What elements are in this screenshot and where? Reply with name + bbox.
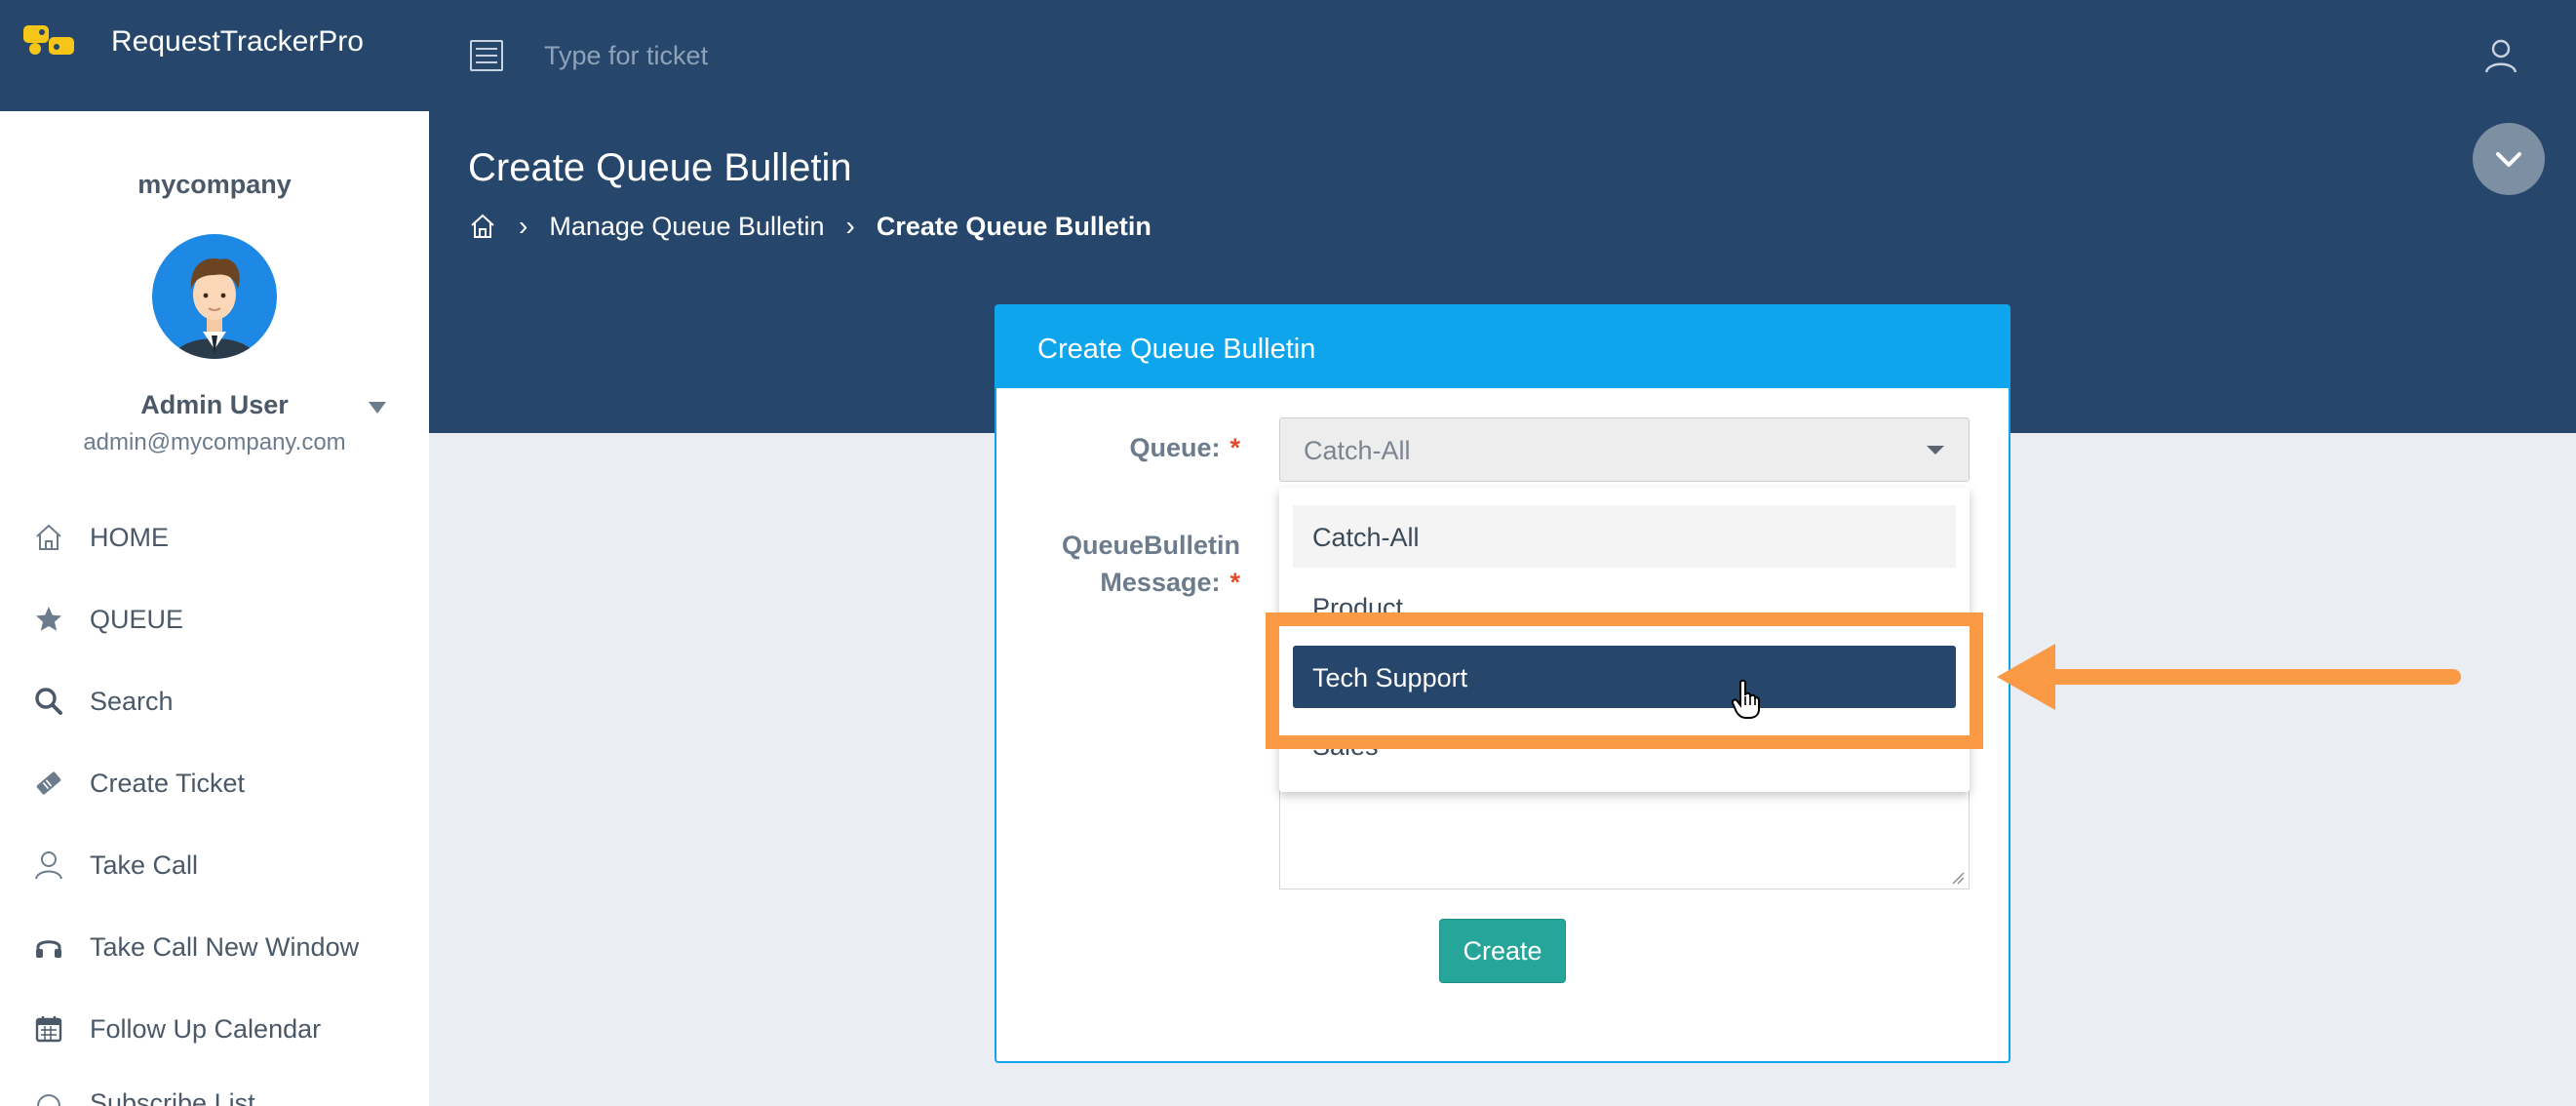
- sidebar-item-label: QUEUE: [90, 604, 184, 634]
- avatar[interactable]: [152, 234, 277, 359]
- dropdown-option-catch-all[interactable]: Catch-All: [1293, 505, 1956, 568]
- dropdown-option-tech-support[interactable]: Tech Support: [1293, 646, 1956, 708]
- sidebar-item-label: Take Call New Window: [90, 931, 360, 962]
- page-title: Create Queue Bulletin: [468, 146, 852, 189]
- brand-logo-icon[interactable]: [21, 23, 78, 59]
- caret-down-icon[interactable]: [1927, 446, 1944, 454]
- calendar-icon: [31, 1011, 66, 1047]
- create-button[interactable]: Create: [1439, 919, 1566, 983]
- sidebar-item-label: Search: [90, 686, 174, 716]
- message-label-line2: Message:: [1100, 568, 1221, 597]
- chevron-right-icon: ›: [519, 211, 528, 241]
- sidebar-item-queue[interactable]: QUEUE: [31, 595, 183, 644]
- sidebar-item-subscribe-list[interactable]: Subscribe List: [31, 1083, 255, 1106]
- queue-select[interactable]: Catch-All: [1279, 417, 1970, 482]
- sidebar-item-take-call-new-window[interactable]: Take Call New Window: [31, 923, 359, 971]
- chevron-down-icon: [2496, 152, 2521, 167]
- queue-label: Queue: *: [1073, 433, 1240, 463]
- breadcrumb: › Manage Queue Bulletin › Create Queue B…: [468, 211, 1151, 242]
- sidebar-item-label: Create Ticket: [90, 768, 246, 798]
- star-icon: [31, 602, 66, 637]
- queue-label-text: Queue:: [1129, 433, 1221, 462]
- chevron-right-icon: ›: [845, 211, 855, 241]
- ticket-search-input[interactable]: [544, 33, 1129, 78]
- brand-name[interactable]: RequestTrackerPro: [111, 25, 364, 59]
- search-icon: [31, 684, 66, 719]
- user-email: admin@mycompany.com: [83, 429, 346, 455]
- user-name[interactable]: Admin User: [0, 390, 429, 420]
- sidebar-item-home[interactable]: HOME: [31, 513, 169, 562]
- message-label-line1: QueueBulletin: [1061, 531, 1240, 560]
- list-icon: [31, 1088, 66, 1106]
- menu-toggle-icon[interactable]: [470, 40, 503, 71]
- sidebar-item-label: Follow Up Calendar: [90, 1013, 322, 1044]
- home-icon: [31, 520, 66, 555]
- headset-icon: [31, 929, 66, 965]
- sidebar: mycompany Admin User admin@mycompany.com…: [0, 111, 429, 1106]
- sidebar-item-search[interactable]: Search: [31, 677, 174, 726]
- sidebar-item-label: Subscribe List: [90, 1088, 255, 1106]
- card-title: Create Queue Bulletin: [996, 306, 2009, 388]
- user-profile-icon[interactable]: [2482, 37, 2519, 74]
- message-label: QueueBulletin Message: *: [1004, 527, 1240, 601]
- home-breadcrumb-icon[interactable]: [468, 212, 497, 241]
- company-name: mycompany: [137, 170, 292, 199]
- breadcrumb-link-manage[interactable]: Manage Queue Bulletin: [549, 212, 824, 242]
- collapse-header-button[interactable]: [2473, 123, 2545, 195]
- hand-cursor-icon: [1732, 679, 1760, 719]
- required-mark: *: [1229, 433, 1240, 462]
- person-icon: [31, 848, 66, 883]
- sidebar-item-take-call[interactable]: Take Call: [31, 841, 198, 889]
- top-navbar: RequestTrackerPro: [0, 0, 2576, 111]
- sidebar-item-create-ticket[interactable]: Create Ticket: [31, 759, 245, 808]
- required-mark: *: [1229, 568, 1240, 597]
- breadcrumb-current: Create Queue Bulletin: [876, 211, 1151, 241]
- sidebar-item-label: Take Call: [90, 849, 199, 880]
- resize-grip-icon[interactable]: [1951, 871, 1965, 885]
- caret-down-icon[interactable]: [369, 402, 386, 414]
- annotation-arrow-icon: [1997, 644, 2461, 710]
- sidebar-item-label: HOME: [90, 522, 169, 552]
- sidebar-item-follow-up-calendar[interactable]: Follow Up Calendar: [31, 1005, 321, 1053]
- ticket-icon: [31, 766, 66, 801]
